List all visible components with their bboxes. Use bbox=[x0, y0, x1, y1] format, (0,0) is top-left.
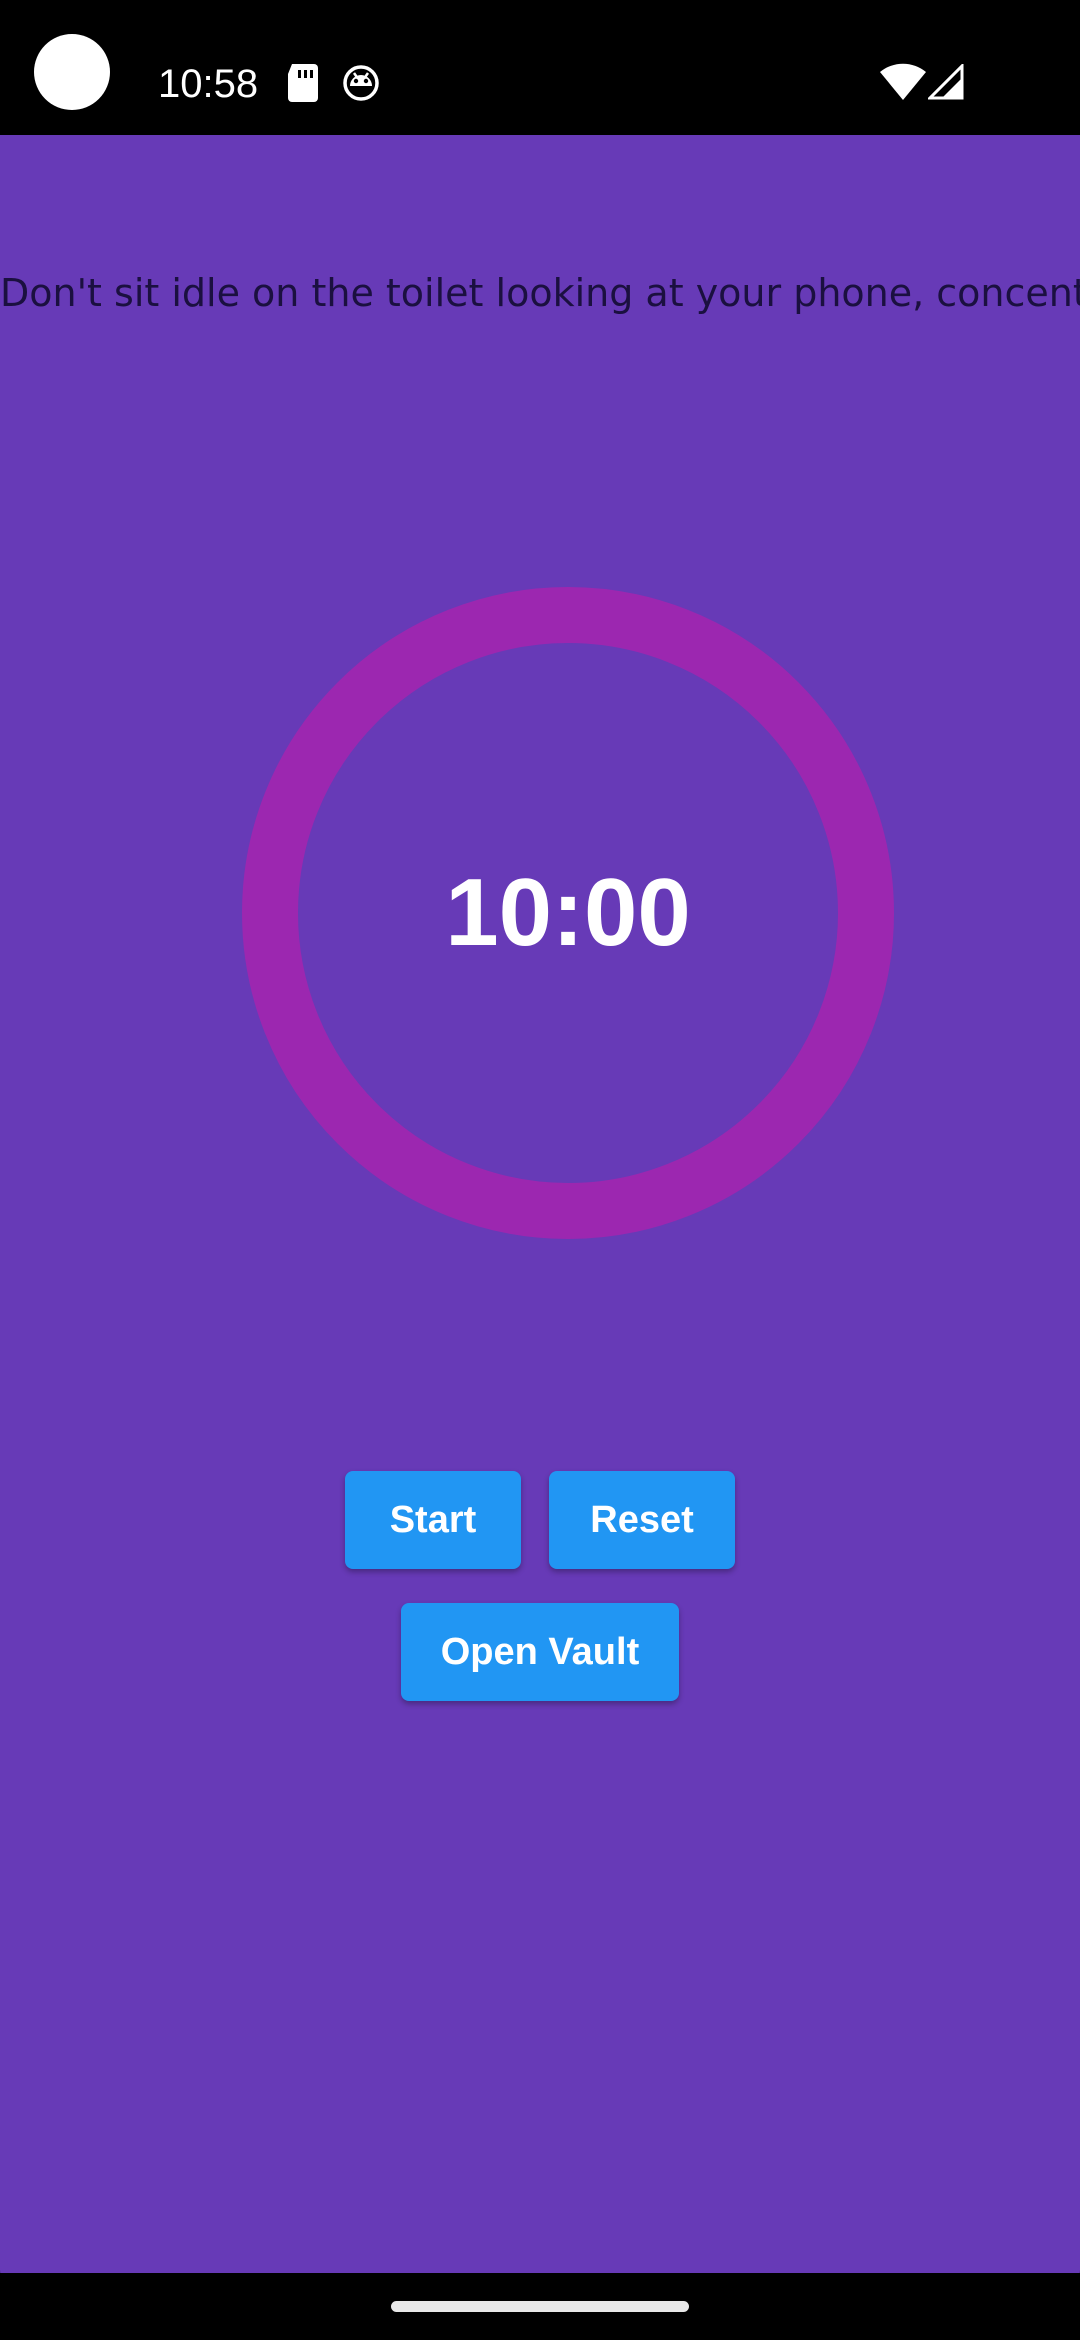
phone-screen: 10:58 Don't sit idle on the toilet looki… bbox=[0, 0, 1080, 2340]
start-button[interactable]: Start bbox=[345, 1471, 521, 1569]
home-indicator[interactable] bbox=[391, 2301, 689, 2312]
reset-button[interactable]: Reset bbox=[549, 1471, 735, 1569]
status-bar: 10:58 bbox=[0, 0, 1080, 135]
wifi-icon bbox=[878, 62, 928, 102]
bug-icon bbox=[342, 62, 380, 102]
navigation-bar bbox=[0, 2273, 1080, 2340]
tagline-text: Don't sit idle on the toilet looking at … bbox=[0, 271, 1080, 315]
sd-card-icon bbox=[284, 62, 322, 102]
signal-icon bbox=[926, 62, 964, 100]
timer-display: 10:00 bbox=[445, 859, 691, 966]
open-vault-button[interactable]: Open Vault bbox=[401, 1603, 679, 1701]
timer-progress-ring: 10:00 bbox=[242, 587, 894, 1239]
camera-cutout bbox=[34, 34, 110, 110]
status-time: 10:58 bbox=[158, 62, 259, 106]
app-content: Don't sit idle on the toilet looking at … bbox=[0, 135, 1080, 2273]
